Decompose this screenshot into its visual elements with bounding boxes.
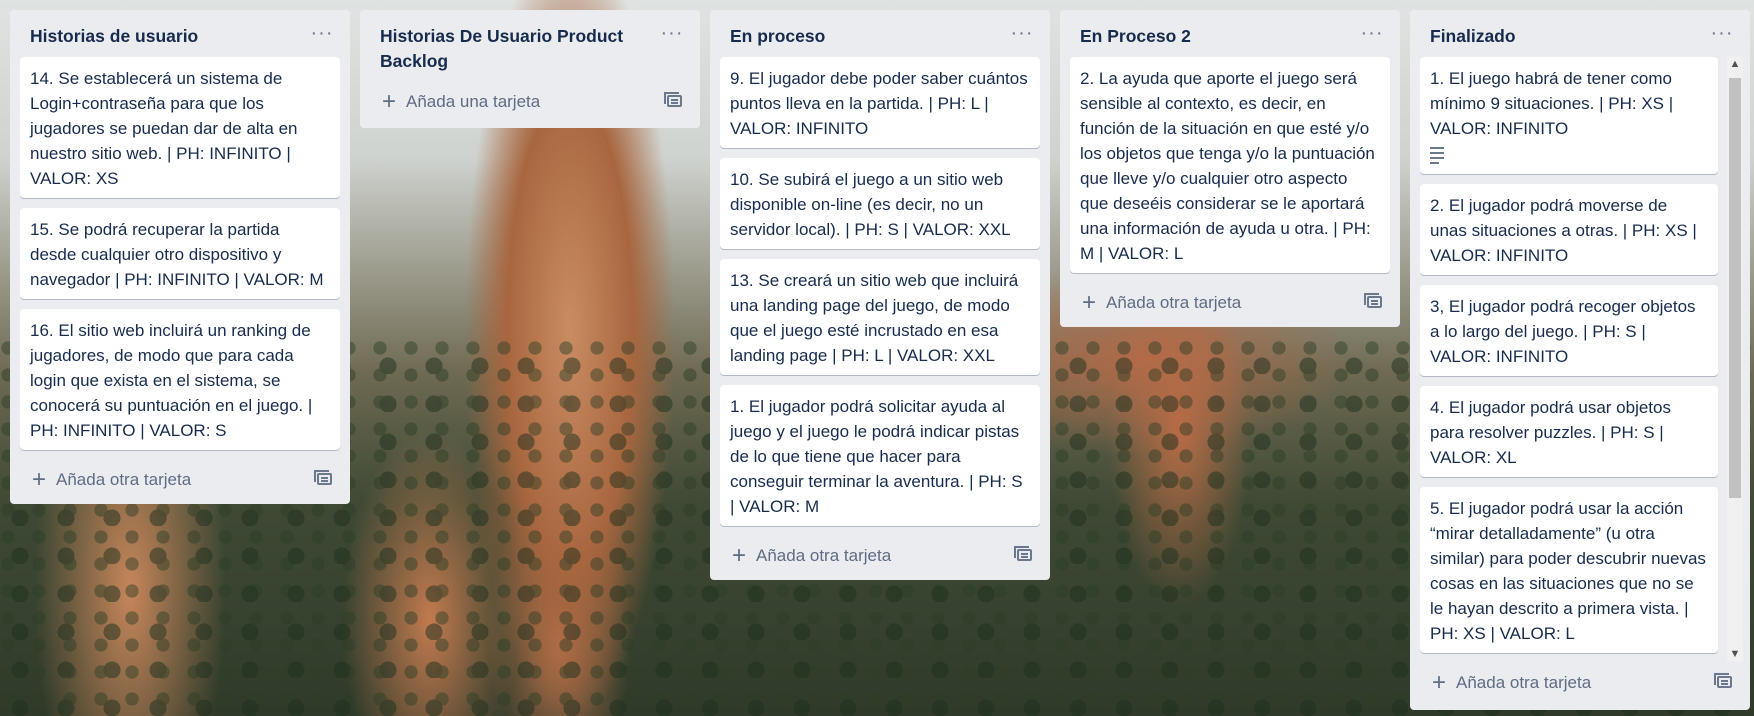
add-card-button[interactable]: + Añada otra tarjeta <box>20 460 340 500</box>
ellipsis-icon[interactable]: ··· <box>308 23 336 46</box>
card[interactable]: 1. El juego habrá de tener como mínimo 9… <box>1420 57 1718 174</box>
card[interactable]: 5. El jugador podrá usar la acción “mira… <box>1420 487 1718 653</box>
card[interactable]: 9. El jugador debe poder saber cuántos p… <box>720 57 1040 148</box>
list-product-backlog: Historias De Usuario Product Backlog ···… <box>360 10 700 128</box>
add-card-button[interactable]: + Añada una tarjeta <box>370 82 690 122</box>
card-template-icon[interactable] <box>314 470 332 485</box>
card[interactable]: 10. Se subirá el juego a un sitio web di… <box>720 158 1040 249</box>
list-scrollbar[interactable]: ▲ ▼ <box>1727 56 1743 662</box>
card-list: 14. Se establecerá un sistema de Login+c… <box>10 57 350 450</box>
add-card-label: Añada otra tarjeta <box>756 546 892 565</box>
scroll-down-arrow-icon[interactable]: ▼ <box>1727 646 1743 662</box>
board: Historias de usuario ··· 14. Se establec… <box>0 0 1754 716</box>
list-en-proceso: En proceso ··· 9. El jugador debe poder … <box>710 10 1050 580</box>
card-list: 9. El jugador debe poder saber cuántos p… <box>710 57 1050 526</box>
add-card-button[interactable]: + Añada otra tarjeta <box>1070 283 1390 323</box>
list-title[interactable]: Historias de usuario <box>30 24 300 49</box>
card[interactable]: 16. El sitio web incluirá un ranking de … <box>20 309 340 450</box>
list-header: En proceso ··· <box>710 10 1050 57</box>
list-title[interactable]: En Proceso 2 <box>1080 24 1350 49</box>
card[interactable]: 1. El jugador podrá solicitar ayuda al j… <box>720 385 1040 526</box>
list-title[interactable]: Historias De Usuario Product Backlog <box>380 24 650 74</box>
list-finalizado: Finalizado ··· 1. El juego habrá de tene… <box>1410 10 1750 710</box>
scrollbar-thumb[interactable] <box>1729 78 1741 498</box>
card[interactable]: 2. El jugador podrá moverse de unas situ… <box>1420 184 1718 275</box>
list-historias-de-usuario: Historias de usuario ··· 14. Se establec… <box>10 10 350 504</box>
add-card-label: Añada otra tarjeta <box>1456 673 1592 692</box>
list-header: Finalizado ··· <box>1410 10 1750 57</box>
ellipsis-icon[interactable]: ··· <box>658 23 686 46</box>
scroll-up-arrow-icon[interactable]: ▲ <box>1727 56 1743 72</box>
list-header: Historias De Usuario Product Backlog ··· <box>360 10 700 82</box>
list-header: Historias de usuario ··· <box>10 10 350 57</box>
ellipsis-icon[interactable]: ··· <box>1708 23 1736 46</box>
card-template-icon[interactable] <box>1364 293 1382 308</box>
list-title[interactable]: Finalizado <box>1430 24 1700 49</box>
list-header: En Proceso 2 ··· <box>1060 10 1400 57</box>
add-card-label: Añada otra tarjeta <box>1106 293 1242 312</box>
plus-icon: + <box>382 88 397 115</box>
add-card-button[interactable]: + Añada otra tarjeta <box>720 536 1040 576</box>
card[interactable]: 14. Se establecerá un sistema de Login+c… <box>20 57 340 198</box>
card[interactable]: 4. El jugador podrá usar objetos para re… <box>1420 386 1718 477</box>
plus-icon: + <box>32 466 47 493</box>
list-title[interactable]: En proceso <box>730 24 1000 49</box>
add-card-button[interactable]: + Añada otra tarjeta <box>1420 663 1740 703</box>
plus-icon: + <box>732 542 747 569</box>
ellipsis-icon[interactable]: ··· <box>1358 23 1386 46</box>
card[interactable]: 3, El jugador podrá recoger objetos a lo… <box>1420 285 1718 376</box>
card[interactable]: 15. Se podrá recuperar la partida desde … <box>20 208 340 299</box>
card-template-icon[interactable] <box>1714 673 1732 688</box>
list-en-proceso-2: En Proceso 2 ··· 2. La ayuda que aporte … <box>1060 10 1400 327</box>
plus-icon: + <box>1082 289 1097 316</box>
card-template-icon[interactable] <box>1014 546 1032 561</box>
ellipsis-icon[interactable]: ··· <box>1008 23 1036 46</box>
plus-icon: + <box>1432 669 1447 696</box>
card-template-icon[interactable] <box>664 92 682 107</box>
description-icon <box>1430 147 1444 164</box>
card-text: 1. El juego habrá de tener como mínimo 9… <box>1430 69 1674 138</box>
card-list: 2. La ayuda que aporte el juego será sen… <box>1060 57 1400 273</box>
add-card-label: Añada otra tarjeta <box>56 470 192 489</box>
add-card-label: Añada una tarjeta <box>406 92 541 111</box>
card[interactable]: 2. La ayuda que aporte el juego será sen… <box>1070 57 1390 273</box>
card[interactable]: 13. Se creará un sitio web que incluirá … <box>720 259 1040 375</box>
card-list: 1. El juego habrá de tener como mínimo 9… <box>1410 57 1750 663</box>
